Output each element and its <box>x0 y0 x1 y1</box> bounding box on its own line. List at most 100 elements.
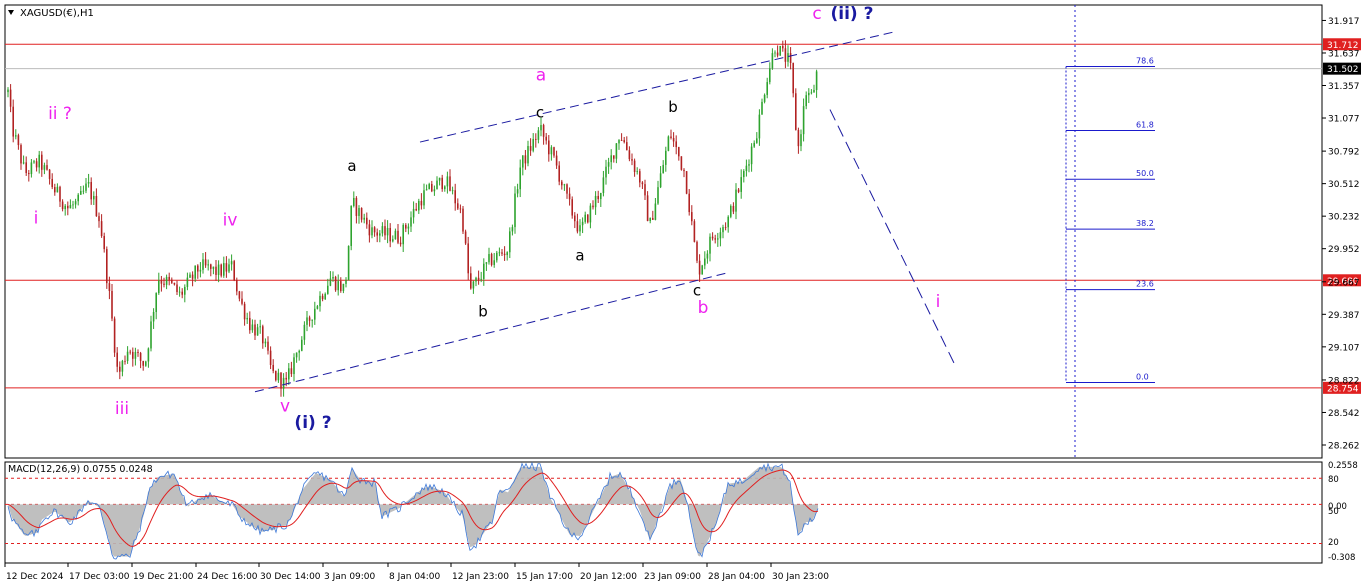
candle-166-body <box>438 177 441 181</box>
candle-144-body <box>381 226 384 234</box>
candle-203-body <box>535 138 537 140</box>
candle-18-body <box>54 187 56 193</box>
candle-189-body <box>498 252 501 254</box>
candle-9-body <box>30 162 33 175</box>
dropdown-triangle-icon[interactable] <box>8 10 14 15</box>
candle-73-body <box>197 265 199 272</box>
candle-296-body <box>776 52 779 56</box>
candle-55-body <box>150 321 152 349</box>
candle-33-body <box>93 195 95 200</box>
candle-283-body <box>743 170 745 178</box>
candle-12-body <box>38 154 40 168</box>
time-tick-label: 17 Dec 03:00 <box>69 572 130 582</box>
candle-117-body <box>311 319 313 321</box>
candle-0-body <box>7 89 9 93</box>
candle-242-body <box>636 171 638 172</box>
price-tick-label: 28.542 <box>1328 409 1360 419</box>
candle-140-body <box>371 227 373 236</box>
candle-181-body <box>477 277 480 280</box>
price-tick-label: 29.952 <box>1328 245 1360 255</box>
candle-211-body <box>555 155 558 166</box>
candle-34-body <box>95 195 98 217</box>
candle-122-body <box>324 293 326 300</box>
wave-label: c <box>536 104 544 122</box>
candle-173-body <box>457 203 459 209</box>
candle-233-body <box>613 155 615 159</box>
candle-57-body <box>155 293 157 313</box>
candle-135-body <box>358 208 360 216</box>
candle-246-body <box>646 195 649 221</box>
candle-271-body <box>711 236 714 239</box>
wave-label: c <box>812 4 821 24</box>
wave-label: i <box>936 292 941 312</box>
candle-222-body <box>584 214 586 222</box>
candle-77-body <box>207 264 209 266</box>
candle-240-body <box>631 159 633 161</box>
candle-263-body <box>691 212 693 222</box>
candle-93-body <box>249 317 251 331</box>
candle-56-body <box>152 312 155 322</box>
time-tick-label: 3 Jan 09:00 <box>324 572 376 582</box>
price-tick-label: 30.792 <box>1328 148 1360 158</box>
candle-243-body <box>639 171 641 183</box>
time-tick-label: 20 Jan 12:00 <box>580 572 637 582</box>
candle-165-body <box>436 180 438 190</box>
candle-91-body <box>243 303 246 320</box>
wave-label: b <box>698 298 709 318</box>
candle-270-body <box>709 236 711 254</box>
candle-134-body <box>355 197 358 216</box>
time-tick-label: 19 Dec 21:00 <box>133 572 194 582</box>
candle-236-body <box>620 140 623 141</box>
candle-4-body <box>17 135 20 146</box>
wave-label: c <box>693 281 701 299</box>
candle-180-body <box>475 277 477 282</box>
candle-289-body <box>758 114 761 139</box>
candle-196-body <box>516 189 519 194</box>
candle-224-body <box>589 205 592 223</box>
candle-297-body <box>779 45 781 56</box>
candle-151-body <box>399 242 402 245</box>
candle-215-body <box>566 184 568 194</box>
candle-148-body <box>392 239 394 242</box>
candle-210-body <box>553 147 555 156</box>
candle-81-body <box>217 264 220 275</box>
candle-100-body <box>267 341 269 351</box>
channel-line-lower <box>254 271 731 393</box>
candle-305-body <box>800 134 802 147</box>
candle-28-body <box>80 190 82 195</box>
candle-145-body <box>384 226 386 236</box>
candle-262-body <box>688 193 690 213</box>
time-tick-label: 23 Jan 09:00 <box>644 572 701 582</box>
candle-118-body <box>314 308 316 320</box>
price-tick-label: 29.107 <box>1328 343 1360 353</box>
candle-288-body <box>756 138 758 143</box>
candle-123-body <box>327 285 329 294</box>
candle-61-body <box>165 276 168 285</box>
time-tick-label: 24 Dec 16:00 <box>197 572 258 582</box>
candle-193-body <box>509 231 511 253</box>
candle-175-body <box>462 208 464 232</box>
candle-174-body <box>459 208 462 210</box>
candle-60-body <box>163 283 165 285</box>
price-tick-label: 31.637 <box>1328 49 1360 59</box>
candle-205-body <box>540 125 542 131</box>
candle-52-body <box>142 360 144 366</box>
candle-133-body <box>353 197 355 206</box>
candle-159-body <box>420 200 423 206</box>
candle-44-body <box>121 360 124 372</box>
candle-72-body <box>194 265 196 279</box>
candle-13-body <box>41 154 43 170</box>
time-tick-label: 15 Jan 17:00 <box>516 572 573 582</box>
candle-17-body <box>51 178 53 188</box>
candle-1-body <box>9 89 12 107</box>
price-tick-label: 31.077 <box>1328 115 1360 125</box>
candlestick-series <box>7 40 818 397</box>
candle-299-body <box>784 48 787 62</box>
wave-label: a <box>347 157 356 175</box>
candle-198-body <box>522 155 524 168</box>
candle-94-body <box>251 324 254 331</box>
candle-285-body <box>748 164 750 166</box>
candle-136-body <box>360 208 363 220</box>
candle-22-body <box>64 205 66 210</box>
candle-2-body <box>12 106 14 137</box>
